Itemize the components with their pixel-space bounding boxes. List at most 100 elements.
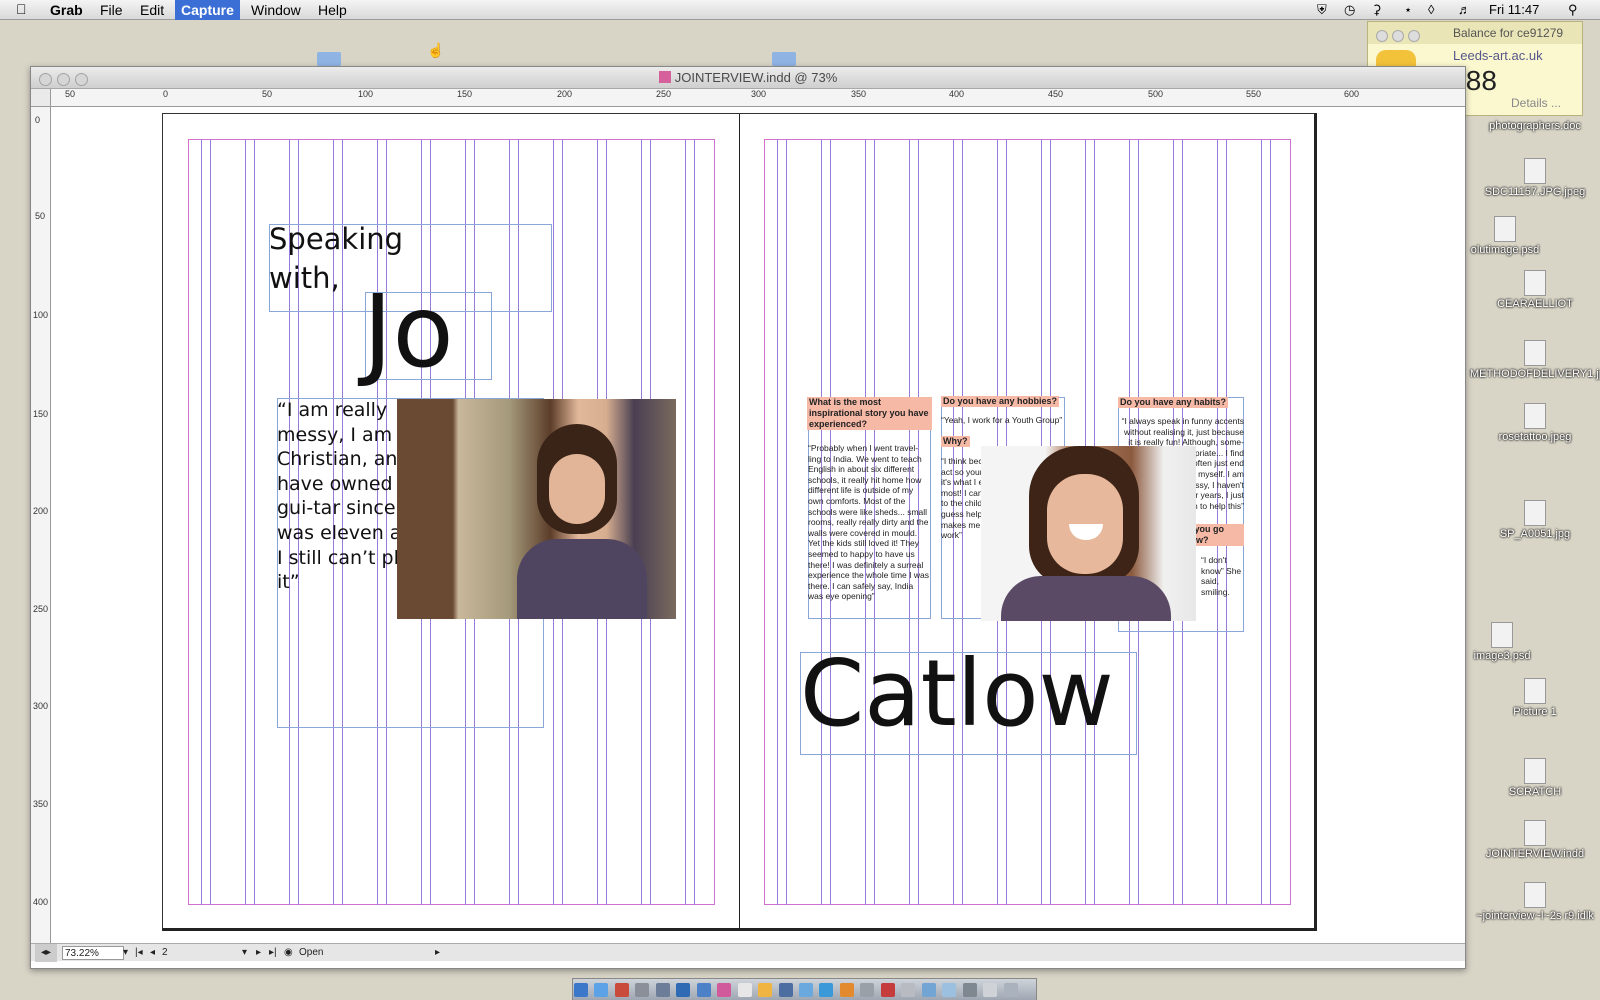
firefox-icon[interactable] [839,983,854,997]
spread-spine [739,114,740,928]
last-page-icon[interactable]: ▸| [269,944,277,962]
ruler-label: 500 [1148,89,1164,99]
volume-icon[interactable]: ♬ [1458,0,1471,20]
desktop-file[interactable]: SCRATCH [1470,758,1600,798]
vertical-ruler[interactable]: 0 50 100 150 200 250 300 350 400 [31,107,51,943]
horizontal-ruler[interactable]: 50 0 50 100 150 200 250 300 350 400 450 … [51,89,1465,107]
calendar-icon[interactable] [614,983,629,997]
window-buttons[interactable] [1376,27,1424,49]
menu-help[interactable]: Help [312,0,353,20]
app-icon[interactable] [962,983,977,997]
indesign-icon[interactable] [717,983,732,997]
menubar-clock[interactable]: Fri 11:47 [1489,0,1539,20]
column-guide [201,139,202,905]
status-menu-icon[interactable]: ▸ [435,944,440,962]
desktop-file-label: SP_A0051.jpg [1499,528,1571,540]
system-preferences-icon[interactable] [655,983,670,997]
menu-edit[interactable]: Edit [134,0,170,20]
preflight-icon[interactable]: ◉ [284,944,293,962]
wifi-icon[interactable]: ◊ [1428,0,1434,20]
column-guide [245,139,246,905]
itunes-icon[interactable] [778,983,793,997]
app-icon[interactable] [901,983,916,997]
desktop-file[interactable]: CEARAELLIOT [1470,270,1600,310]
binoculars-icon[interactable]: ⚳ [1372,0,1382,20]
app-icon[interactable] [860,983,875,997]
status-bar: ◂▸ 73.22% ▾ |◂ ◂ 2 ▾ ▸ ▸| ◉ Open ▸ [31,943,1465,962]
spotlight-icon[interactable]: ⚲ [1568,0,1578,20]
ruler-label: 300 [751,89,767,99]
desktop-file[interactable]: ~jointerview~l~2s r9.idlk [1470,882,1600,922]
illustrator-icon[interactable] [758,983,773,997]
menu-app-name[interactable]: Grab [44,0,89,20]
desktop-file[interactable]: JOINTERVIEW.indd [1470,820,1600,860]
smiling-portrait-photo[interactable] [981,446,1196,621]
document-canvas[interactable]: Speaking with, Jo “I am really messy, I … [52,108,1465,942]
view-toggle-icon[interactable]: ◂▸ [35,944,57,962]
preview-icon[interactable] [635,983,650,997]
shield-icon[interactable]: ⛨ [1317,0,1327,20]
folder-icon[interactable] [772,52,796,66]
ruler-label: 300 [33,701,49,711]
zoom-dropdown-icon[interactable]: ▾ [123,944,128,962]
answer-text: “Yeah, I work for a Youth Group” [941,415,1063,425]
app-icon[interactable] [921,983,936,997]
desktop-file[interactable]: SDC11157.JPG.jpeg [1470,158,1600,198]
ruler-label: 100 [33,310,49,320]
folder-icon[interactable] [317,52,341,66]
column-guide [210,139,211,905]
desktop-file[interactable]: Picture 1 [1470,678,1600,718]
preflight-status[interactable]: Open [299,944,323,962]
skype-icon[interactable] [819,983,834,997]
menu-file[interactable]: File [94,0,129,20]
desktop-file-label: Picture 1 [1513,706,1557,718]
desktop-file[interactable]: rosetattoo.jpeg [1470,403,1600,443]
finder-icon[interactable] [574,983,588,997]
mail-icon[interactable] [798,983,813,997]
desktop-file-label: SCRATCH [1508,786,1562,798]
ruler-label: 100 [358,89,374,99]
ruler-corner[interactable] [31,89,51,107]
ruler-label: 200 [557,89,573,99]
widget-titlebar: Balance for ce91279 [1368,22,1582,44]
time-machine-icon[interactable]: ◷ [1344,0,1355,20]
page-field[interactable]: 2 [162,944,244,962]
hand-cursor-icon: ☝ [427,42,445,58]
image-file-icon [1524,500,1546,526]
column-guide [1261,139,1262,905]
desktop-file[interactable]: SP_A0051.jpg [1470,500,1600,540]
documents-stack-icon[interactable] [1003,983,1018,997]
apple-icon[interactable]:  [16,1,27,17]
menu-capture[interactable]: Capture [175,0,240,20]
app-icon[interactable] [942,983,957,997]
ruler-label: 250 [656,89,672,99]
next-page-icon[interactable]: ▸ [256,944,261,962]
app-icon[interactable] [880,983,895,997]
desktop-file[interactable]: photographers.doc [1470,120,1600,132]
answer-text: “Probably when I went travel-ling to Ind… [808,443,929,602]
menu-window[interactable]: Window [245,0,307,20]
psd-file-icon [1494,216,1516,242]
previous-page-icon[interactable]: ◂ [150,944,155,962]
page-spread[interactable]: Speaking with, Jo “I am really messy, I … [162,113,1317,931]
column-guide [254,139,255,905]
document-title: JOINTERVIEW.indd @ 73% [674,70,838,85]
indd-file-icon [1524,820,1546,846]
document-titlebar[interactable]: JOINTERVIEW.indd @ 73% [31,67,1465,89]
downloads-stack-icon[interactable] [983,983,998,997]
first-page-icon[interactable]: |◂ [135,944,143,962]
image-file-icon [1524,403,1546,429]
safari-icon[interactable] [594,983,609,997]
column-guide [1270,139,1271,905]
zoom-field[interactable]: 73.22% [62,946,124,960]
bluetooth-icon[interactable]: ⋆ [1404,0,1412,20]
desktop-file[interactable]: METHODOFDELIVERY1.jpg [1470,340,1600,380]
ruler-label: 150 [457,89,473,99]
page-dropdown-icon[interactable]: ▾ [242,944,247,962]
textedit-icon[interactable] [737,983,752,997]
bridge-icon[interactable] [696,983,711,997]
portrait-photo[interactable] [397,399,676,619]
desktop-file-label: olutimage.psd [1470,244,1540,256]
widget-details-link[interactable]: Details ... [1511,96,1561,110]
photoshop-icon[interactable] [676,983,691,997]
